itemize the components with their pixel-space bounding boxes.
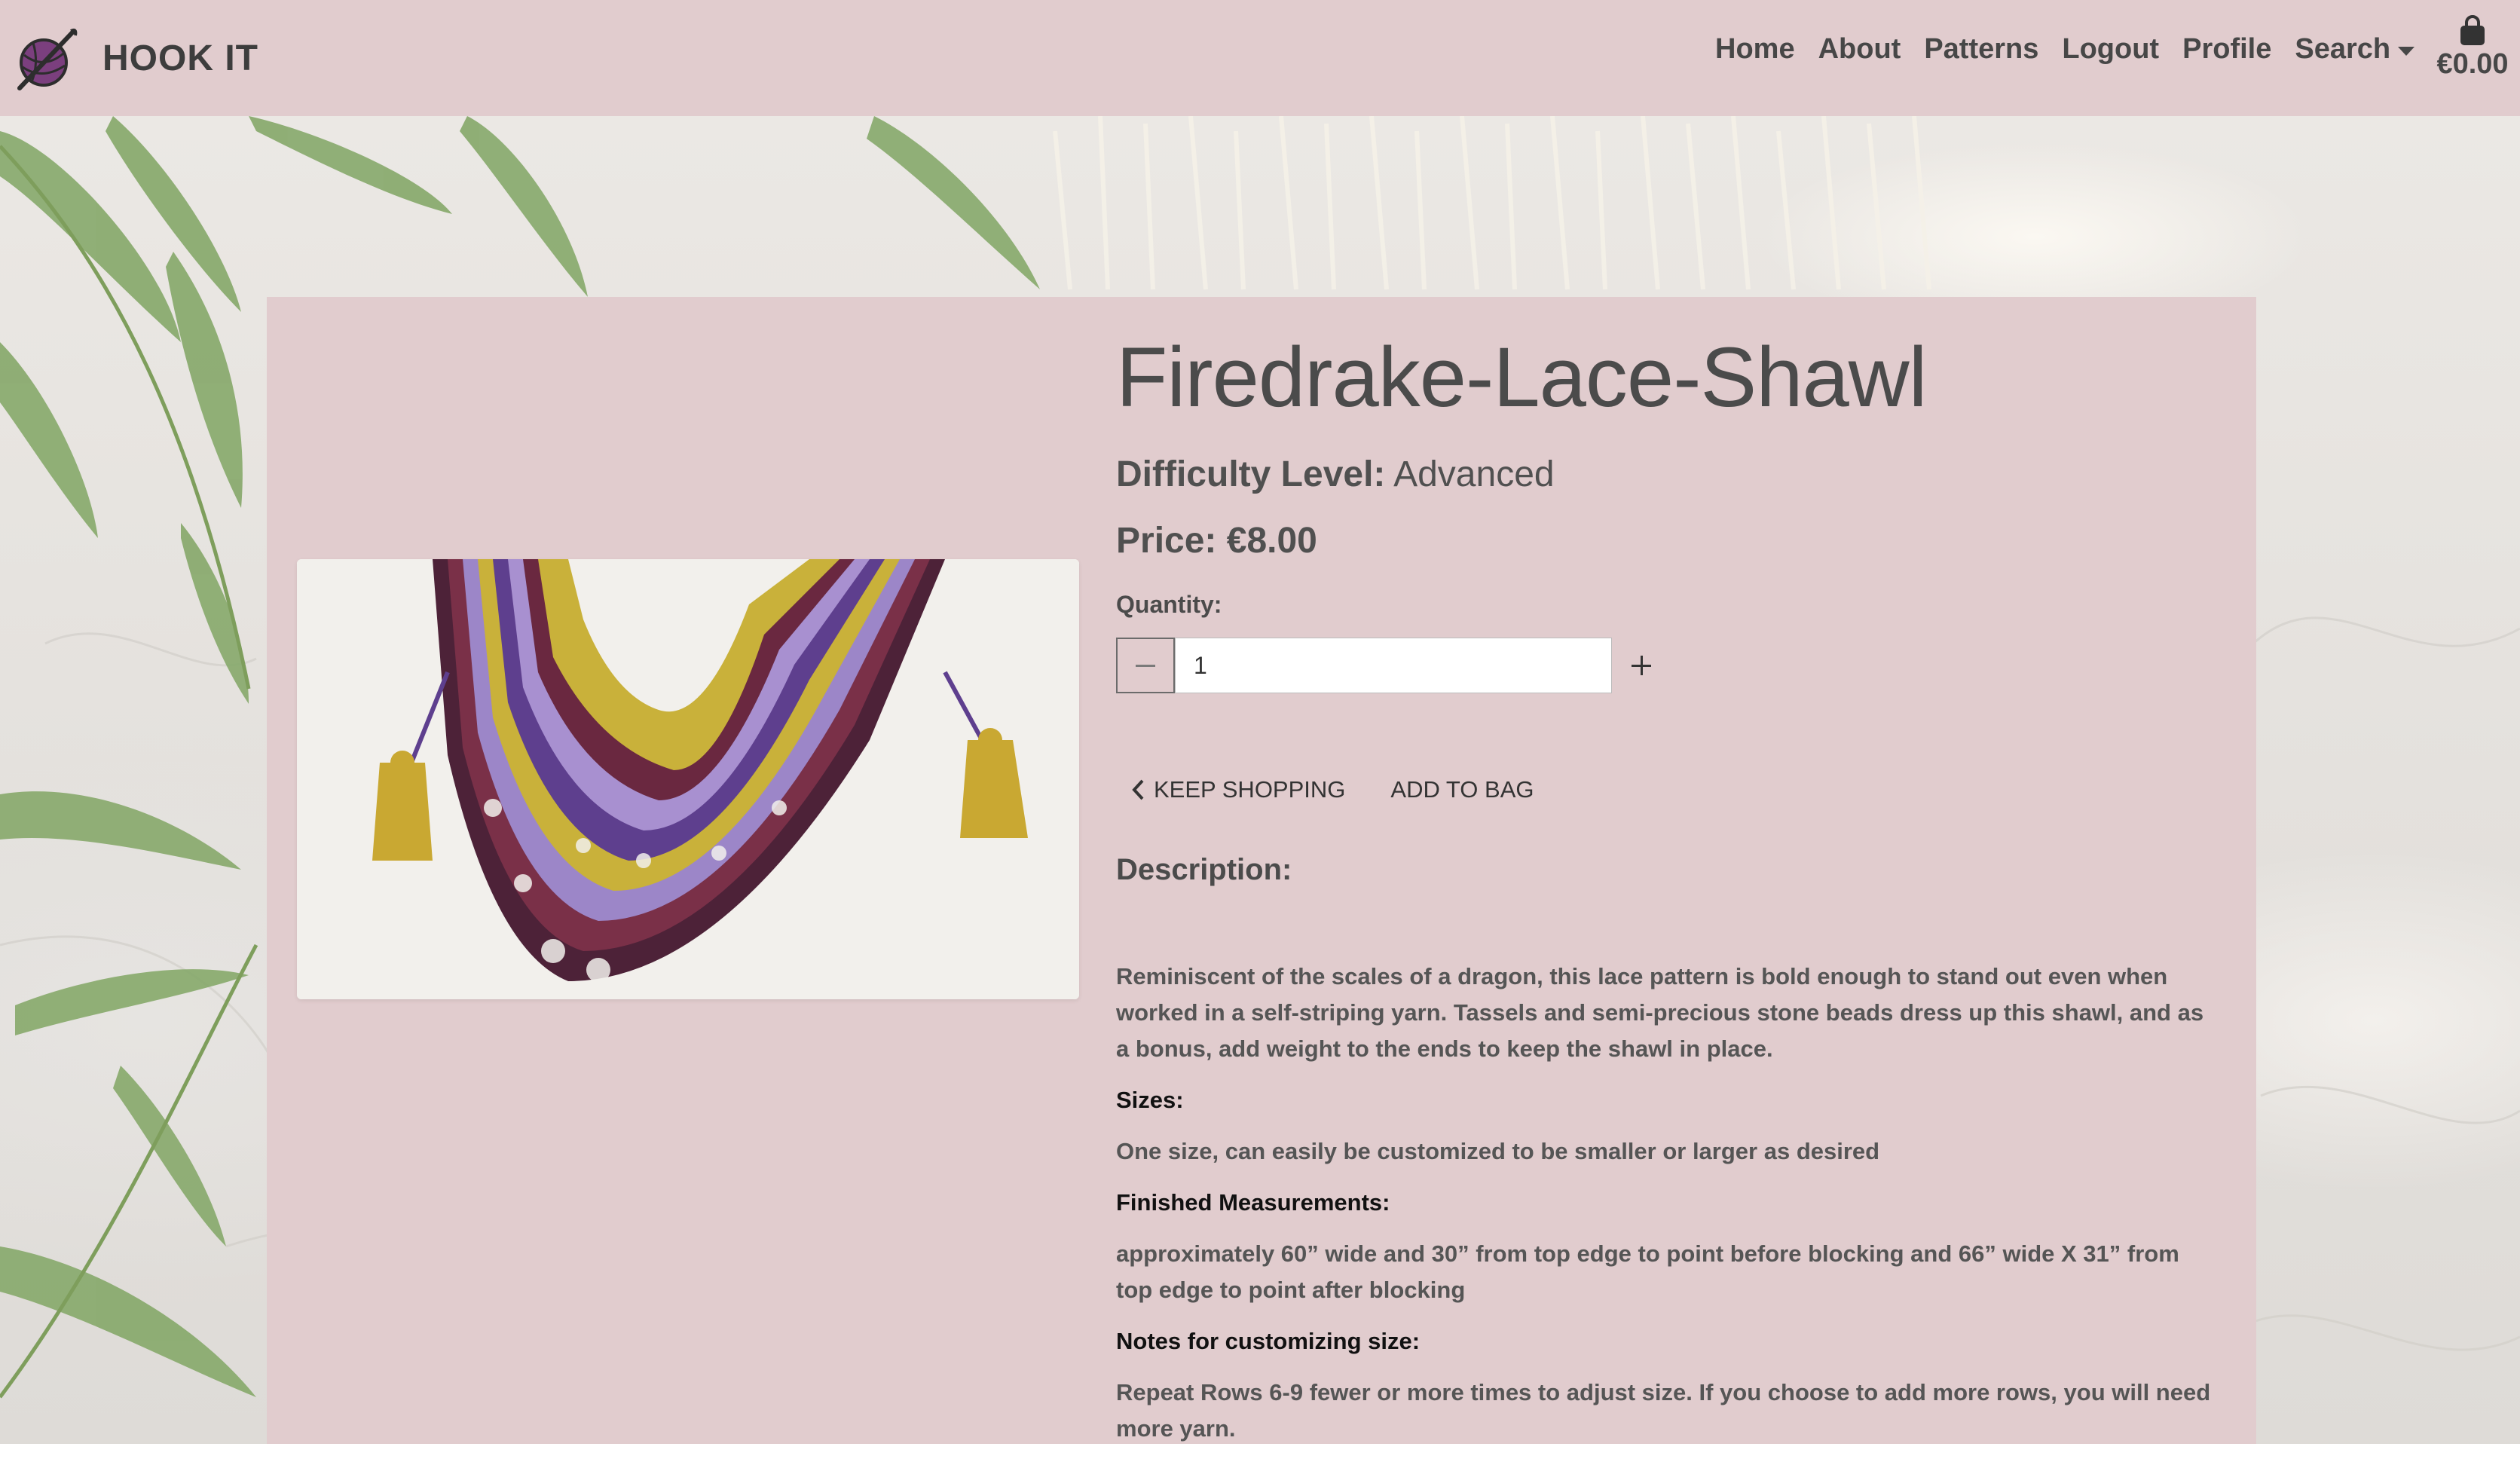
quantity-input[interactable] [1175,638,1612,693]
description-body: Reminiscent of the scales of a dragon, t… [1116,959,2216,1462]
quantity-label: Quantity: [1116,591,1222,618]
shawl-photo [297,559,1079,999]
minus-icon [1136,664,1155,667]
description-heading: Description: [1116,853,1292,886]
shopping-bag-icon [2460,15,2485,45]
notes-heading: Notes for customizing size: [1116,1328,1421,1354]
bag-total: €0.00 [2436,48,2509,80]
sizes-heading: Sizes: [1116,1087,1184,1113]
increment-quantity-button[interactable] [1612,638,1671,693]
brand-name: HOOK IT [102,38,258,78]
difficulty-label: Difficulty Level: [1116,454,1386,494]
keep-shopping-label: KEEP SHOPPING [1154,776,1346,803]
product-image [297,559,1079,999]
product-price: Price: €8.00 [1116,521,1317,561]
quantity-stepper [1116,638,1671,693]
caret-down-icon [2398,46,2415,56]
nav-logout[interactable]: Logout [2062,33,2159,66]
shopping-bag-link[interactable]: €0.00 [2431,15,2514,81]
difficulty-value: Advanced [1393,454,1555,494]
nav-links: Home About Patterns Logout Profile Searc… [1715,33,2415,66]
sizes-text: One size, can easily be customized to be… [1116,1138,1880,1164]
nav-search-dropdown[interactable]: Search [2295,33,2415,66]
measurements-heading: Finished Measurements: [1116,1189,1390,1216]
action-buttons: KEEP SHOPPING ADD TO BAG [1131,776,1534,803]
measurements-text: approximately 60” wide and 30” from top … [1116,1240,2179,1303]
difficulty-level: Difficulty Level: Advanced [1116,454,1555,495]
product-title: Firedrake-Lace-Shawl [1116,330,1928,424]
yarn-hook-icon [17,28,78,90]
decrement-quantity-button[interactable] [1116,638,1175,693]
nav-profile[interactable]: Profile [2182,33,2271,66]
product-detail-card: Firedrake-Lace-Shawl Difficulty Level: A… [267,297,2256,1444]
plus-icon [1632,656,1651,675]
notes-text: Repeat Rows 6-9 fewer or more times to a… [1116,1379,2211,1442]
nav-search-label: Search [2295,33,2391,65]
nav-about[interactable]: About [1818,33,1901,66]
brand-link[interactable]: HOOK IT [12,25,258,91]
top-navbar: HOOK IT Home About Patterns Logout Profi… [0,0,2520,116]
keep-shopping-button[interactable]: KEEP SHOPPING [1131,776,1345,803]
description-text: Reminiscent of the scales of a dragon, t… [1116,963,2204,1062]
add-to-bag-button[interactable]: ADD TO BAG [1390,776,1534,803]
chevron-left-icon [1132,779,1144,800]
nav-home[interactable]: Home [1715,33,1795,66]
add-to-bag-label: ADD TO BAG [1390,776,1534,803]
nav-patterns[interactable]: Patterns [1924,33,2038,66]
